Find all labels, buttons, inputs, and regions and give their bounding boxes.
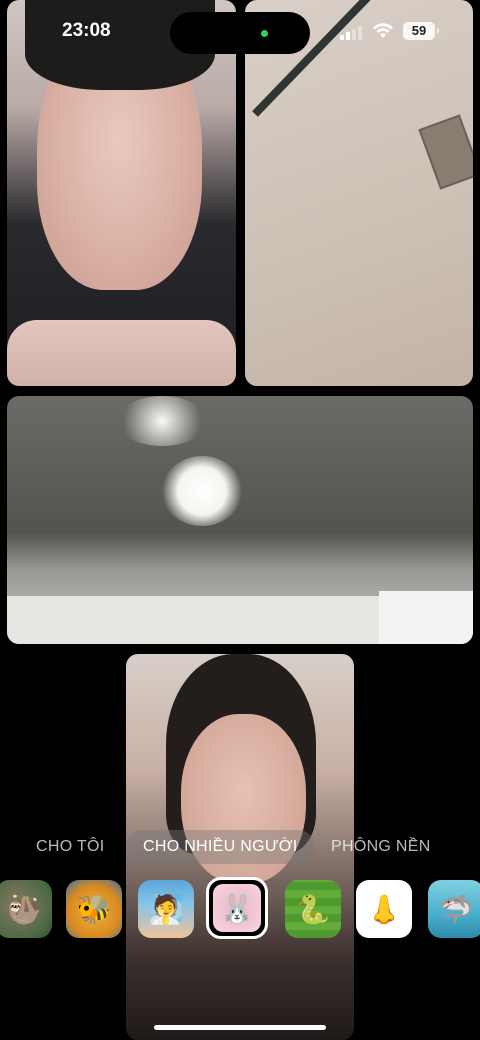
bees-effect-icon: 🐝 (76, 893, 112, 925)
wifi-icon (373, 23, 393, 38)
effects-carousel: 🦥 🐝 🧖 🐰 🐍 👃 🦈 (0, 877, 480, 940)
sloth-effect-icon: 🦥 (6, 893, 42, 925)
tab-for-me[interactable]: CHO TÔI (36, 830, 104, 864)
shark-effect-button[interactable]: 🦈 (428, 880, 480, 938)
snakes-ladders-effect-icon: 🐍 (295, 893, 331, 925)
ceiling-light (117, 396, 207, 446)
home-indicator[interactable] (154, 1025, 326, 1030)
snakes-ladders-effect-button[interactable]: 🐍 (285, 880, 341, 938)
camera-indicator-icon (261, 30, 268, 37)
bunny-frame-effect-preview: 🐰 (213, 884, 261, 932)
sloth-effect-button[interactable]: 🦥 (0, 880, 52, 938)
participant-hand (7, 320, 236, 386)
bunny-frame-effect-button[interactable]: 🐰 (206, 877, 268, 939)
big-nose-effect-icon: 👃 (366, 893, 402, 925)
bunny-frame-effect-icon: 🐰 (219, 892, 255, 924)
bees-effect-button[interactable]: 🐝 (66, 880, 122, 938)
shark-effect-icon: 🦈 (438, 893, 474, 925)
tab-background[interactable]: PHÔNG NỀN (331, 830, 431, 864)
tab-for-multiple-people[interactable]: CHO NHIỀU NGƯỜI (126, 830, 315, 864)
ceiling-vent (418, 114, 473, 190)
effects-category-tabs: CHO TÔI CHO NHIỀU NGƯỜI PHÔNG NỀN (0, 830, 480, 866)
face-mask-effect-icon: 🧖 (148, 893, 184, 925)
status-bar: 23:08 59 (0, 0, 480, 60)
dynamic-island (170, 12, 310, 54)
face-mask-effect-button[interactable]: 🧖 (138, 880, 194, 938)
ceiling-light (162, 456, 242, 526)
big-nose-effect-button[interactable]: 👃 (356, 880, 412, 938)
room-fridge (379, 591, 473, 644)
participant-video-3[interactable] (7, 396, 473, 644)
signal-icon (340, 24, 364, 40)
status-time: 23:08 (62, 20, 111, 41)
battery-icon: 59 (403, 22, 439, 40)
